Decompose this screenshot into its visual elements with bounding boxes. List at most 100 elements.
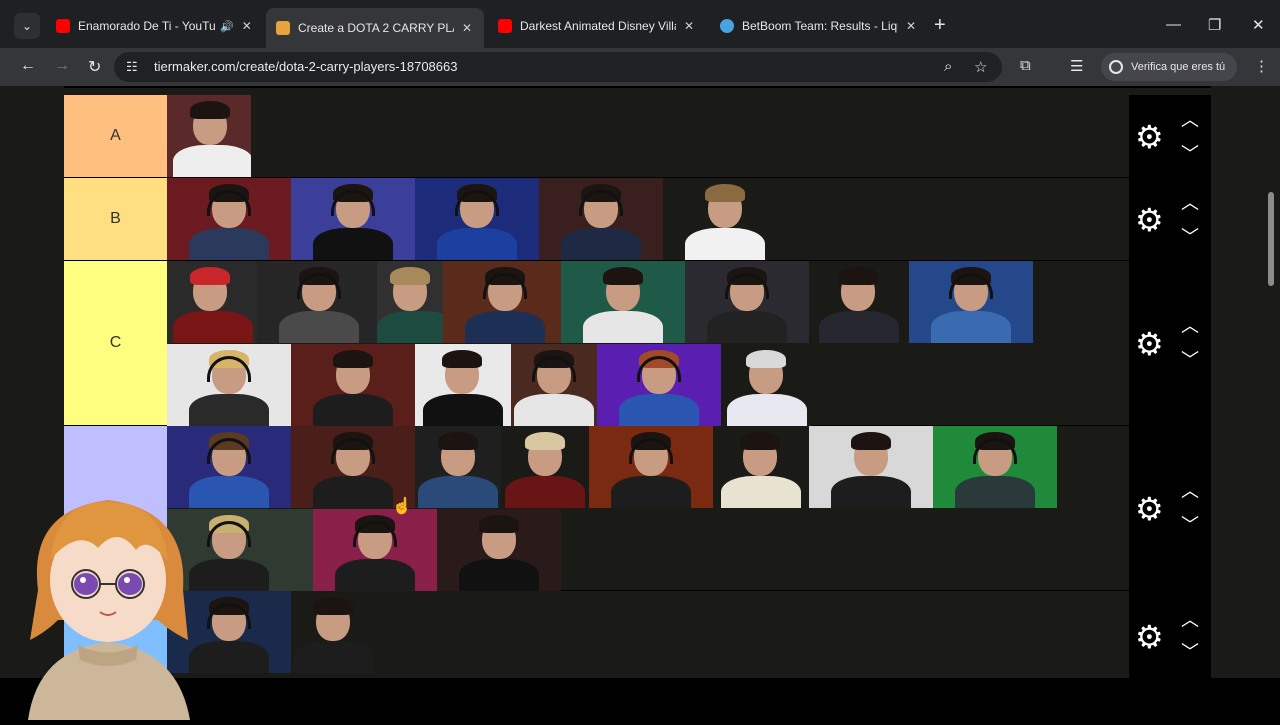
player-image[interactable] — [561, 261, 685, 343]
chevron-up-icon[interactable]: ︿ — [1181, 111, 1199, 129]
player-image[interactable] — [415, 344, 511, 426]
extensions-icon[interactable]: ⧉ — [1020, 57, 1031, 74]
gear-icon[interactable]: ⚙ — [1135, 493, 1164, 525]
liquipedia-icon — [720, 19, 734, 33]
tier-label[interactable]: A — [64, 95, 167, 177]
bookmark-star-icon[interactable]: ☆ — [974, 58, 987, 76]
profile-label: Verifica que eres tú — [1131, 61, 1226, 73]
chevron-down-icon[interactable]: ﹀ — [1181, 145, 1199, 163]
player-image[interactable] — [167, 344, 291, 426]
tier-row-a: A ⚙ ︿ ﹀ — [64, 95, 1211, 179]
tier-controls: ⚙ ︿ ﹀ — [1129, 178, 1211, 260]
gear-icon[interactable]: ⚙ — [1135, 328, 1164, 360]
player-image[interactable] — [809, 426, 933, 508]
tab-youtube-villains[interactable]: Darkest Animated Disney Villains ✕ — [488, 10, 704, 42]
minimize-icon[interactable]: — — [1166, 16, 1181, 33]
gear-icon[interactable]: ⚙ — [1135, 204, 1164, 236]
player-image[interactable] — [257, 261, 377, 343]
media-controls-icon[interactable]: ☰ — [1070, 57, 1083, 75]
zoom-icon[interactable]: ⌕ — [944, 58, 952, 75]
reload-icon[interactable]: ↻ — [88, 57, 101, 77]
tier-items[interactable] — [167, 261, 1129, 426]
tab-liquipedia[interactable]: BetBoom Team: Results - Liquipedia ✕ — [710, 10, 926, 42]
tier-row-d: ⚙ ︿ ﹀ — [64, 426, 1211, 592]
close-tab-icon[interactable]: ✕ — [242, 19, 252, 33]
chevron-up-icon[interactable]: ︿ — [1181, 317, 1199, 335]
tab-title: Darkest Animated Disney Villains — [520, 19, 676, 33]
chevron-down-icon[interactable]: ﹀ — [1181, 351, 1199, 369]
chevron-up-icon[interactable]: ︿ — [1181, 611, 1199, 629]
player-image[interactable] — [437, 509, 561, 591]
player-image[interactable] — [377, 261, 443, 343]
player-image[interactable] — [597, 344, 721, 426]
new-tab-icon[interactable]: + — [934, 15, 946, 35]
player-image[interactable] — [167, 178, 291, 260]
tab-search-button[interactable]: ⌄ — [14, 13, 40, 39]
player-image[interactable] — [663, 178, 787, 260]
back-arrow-icon[interactable]: ← — [20, 57, 36, 75]
gear-icon[interactable]: ⚙ — [1135, 621, 1164, 653]
player-image[interactable] — [167, 261, 257, 343]
site-info-icon[interactable]: ☷ — [126, 59, 138, 75]
player-image[interactable] — [685, 261, 809, 343]
close-tab-icon[interactable]: ✕ — [906, 19, 916, 33]
tier-row-c: C ⚙ ︿ ﹀ — [64, 261, 1211, 427]
player-image[interactable] — [291, 344, 415, 426]
tier-items[interactable] — [167, 95, 1129, 177]
tab-strip: ⌄ Enamorado De Ti - YouTube 🔊 ✕ Create a… — [0, 0, 1280, 48]
player-image[interactable] — [167, 95, 251, 177]
player-image[interactable] — [589, 426, 713, 508]
player-image[interactable] — [933, 426, 1057, 508]
scrollbar-track[interactable] — [1264, 86, 1280, 678]
tier-items[interactable] — [167, 426, 1129, 591]
youtube-icon — [498, 19, 512, 33]
speaker-icon[interactable]: 🔊 — [220, 20, 234, 33]
profile-button[interactable]: Verifica que eres tú — [1101, 53, 1238, 81]
player-image[interactable] — [501, 426, 589, 508]
forward-arrow-icon[interactable]: → — [54, 57, 70, 75]
browser-toolbar: ← → ↻ ☷ tiermaker.com/create/dota-2-carr… — [0, 48, 1280, 86]
close-tab-icon[interactable]: ✕ — [684, 19, 694, 33]
hand-cursor-icon: ☝ — [392, 498, 412, 515]
tab-youtube-enamorado[interactable]: Enamorado De Ti - YouTube 🔊 ✕ — [46, 10, 262, 42]
player-image[interactable] — [511, 344, 597, 426]
tier-items[interactable] — [167, 178, 1129, 260]
tab-tiermaker[interactable]: Create a DOTA 2 CARRY PLAYERS ✕ — [266, 8, 484, 48]
tier-controls: ⚙ ︿ ﹀ — [1129, 591, 1211, 678]
close-window-icon[interactable]: ✕ — [1252, 16, 1265, 34]
menu-kebab-icon[interactable]: ⋮ — [1254, 57, 1269, 75]
player-image[interactable] — [291, 178, 415, 260]
tier-row-e: ⚙ ︿ ﹀ — [64, 591, 1211, 678]
tier-label[interactable]: B — [64, 178, 167, 260]
player-image[interactable] — [909, 261, 1033, 343]
player-image[interactable] — [713, 426, 809, 508]
address-bar[interactable]: ☷ tiermaker.com/create/dota-2-carry-play… — [114, 52, 1002, 82]
player-image[interactable] — [539, 178, 663, 260]
tab-title: Create a DOTA 2 CARRY PLAYERS — [298, 21, 454, 35]
chevron-down-icon[interactable]: ﹀ — [1181, 516, 1199, 534]
close-tab-icon[interactable]: ✕ — [462, 21, 472, 35]
player-image[interactable] — [415, 426, 501, 508]
player-image[interactable] — [415, 178, 539, 260]
tab-title: BetBoom Team: Results - Liquipedia — [742, 19, 898, 33]
player-image[interactable] — [809, 261, 909, 343]
tier-controls: ⚙ ︿ ﹀ — [1129, 95, 1211, 177]
gear-icon[interactable]: ⚙ — [1135, 121, 1164, 153]
player-image[interactable] — [721, 344, 811, 426]
chevron-down-icon[interactable]: ﹀ — [1181, 228, 1199, 246]
player-image[interactable] — [443, 261, 561, 343]
tier-controls: ⚙ ︿ ﹀ — [1129, 261, 1211, 425]
chevron-down-icon[interactable]: ﹀ — [1181, 643, 1199, 661]
scrollbar-thumb[interactable] — [1268, 192, 1274, 286]
url-text[interactable]: tiermaker.com/create/dota-2-carry-player… — [154, 59, 457, 74]
tier-items[interactable] — [167, 591, 1129, 678]
tiermaker-icon — [276, 21, 290, 35]
restore-icon[interactable]: ❐ — [1208, 16, 1221, 34]
player-image[interactable] — [313, 509, 437, 591]
player-image[interactable] — [291, 591, 375, 673]
vtuber-avatar — [18, 480, 198, 720]
chevron-up-icon[interactable]: ︿ — [1181, 482, 1199, 500]
tier-label[interactable]: C — [64, 261, 167, 425]
tier-row-b: B ⚙ ︿ ﹀ — [64, 178, 1211, 262]
chevron-up-icon[interactable]: ︿ — [1181, 194, 1199, 212]
